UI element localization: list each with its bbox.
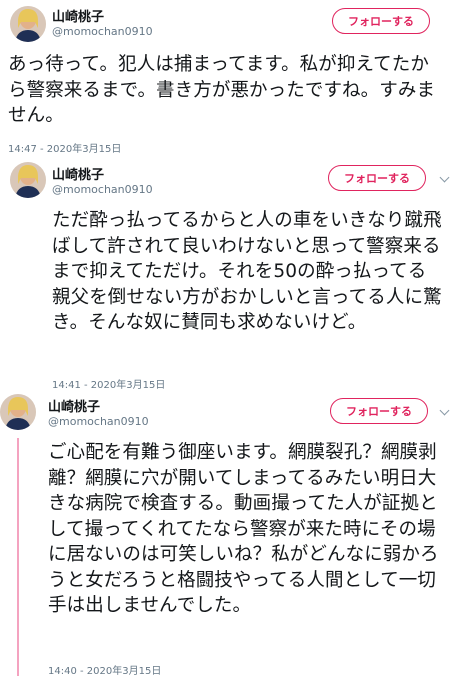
user-handle[interactable]: @momochan0910	[52, 25, 153, 38]
chevron-down-icon[interactable]	[440, 174, 450, 184]
avatar-photo-icon	[0, 394, 36, 430]
chevron-down-icon[interactable]	[440, 407, 450, 417]
follow-button[interactable]: フォローする	[328, 165, 426, 191]
user-handle[interactable]: @momochan0910	[52, 183, 153, 196]
thread-line	[17, 438, 19, 676]
user-handle[interactable]: @momochan0910	[48, 415, 149, 428]
tweet-3: 山崎桃子 @momochan0910 フォローする ご心配を有難う御座います。網…	[0, 388, 450, 676]
avatar[interactable]	[10, 6, 46, 42]
display-name[interactable]: 山崎桃子	[48, 396, 100, 415]
tweet-text: ご心配を有難う御座います。網膜裂孔？網膜剥離？網膜に穴が開いてしまってるみたい明…	[48, 442, 439, 616]
avatar-photo-icon	[10, 6, 46, 42]
avatar[interactable]	[10, 162, 46, 198]
display-name[interactable]: 山崎桃子	[52, 164, 104, 183]
avatar[interactable]	[0, 394, 36, 430]
follow-button[interactable]: フォローする	[332, 8, 430, 34]
display-name[interactable]: 山崎桃子	[52, 6, 104, 25]
tweet-text: あっ待って。犯人は捕まってます。私が抑えてたから警察来るまで。書き方が悪かったで…	[8, 54, 436, 126]
follow-button[interactable]: フォローする	[330, 398, 428, 424]
tweet-text: ただ酔っ払ってるからと人の車をいきなり蹴飛ばして許されて良いわけないと思って警察…	[52, 210, 442, 333]
tweet-1: 山崎桃子 @momochan0910 フォローする あっ待って。犯人は捕まってま…	[0, 0, 450, 156]
tweet-2: 山崎桃子 @momochan0910 フォローする ただ酔っ払ってるからと人の車…	[0, 156, 450, 391]
tweet-timestamp[interactable]: 14:47 - 2020年3月15日	[8, 140, 121, 155]
tweet-timestamp[interactable]: 14:40 - 2020年3月15日	[48, 662, 161, 676]
avatar-photo-icon	[10, 162, 46, 198]
